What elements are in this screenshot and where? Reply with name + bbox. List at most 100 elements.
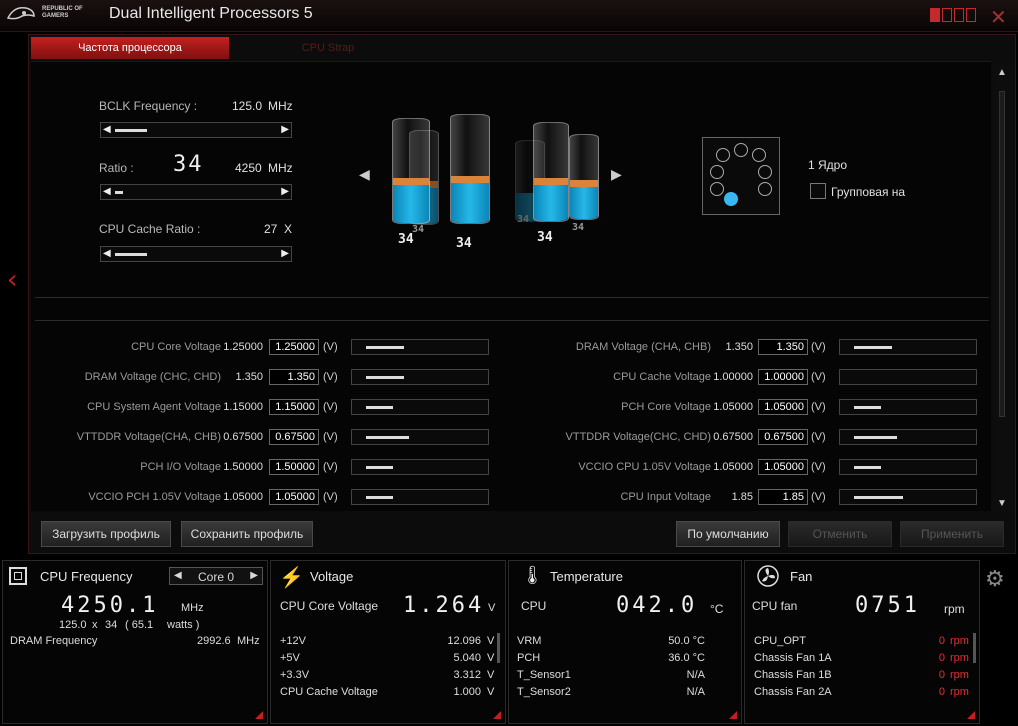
core-dot[interactable] <box>710 182 724 196</box>
voltage-slider[interactable] <box>839 369 977 385</box>
settings-gear-icon[interactable]: ⚙ <box>985 566 1005 592</box>
apply-button[interactable]: Применить <box>900 521 1004 547</box>
voltage-unit: (V) <box>811 491 826 503</box>
temperature-title: Temperature <box>550 569 623 584</box>
window-grid-icon[interactable] <box>930 8 976 22</box>
voltage-input[interactable]: 1.350 <box>758 339 808 355</box>
voltage-label: PCH I/O Voltage <box>140 461 221 473</box>
voltage-slider[interactable] <box>351 399 489 415</box>
scroll-up-icon[interactable]: ▲ <box>997 67 1007 78</box>
voltage-slider[interactable] <box>351 429 489 445</box>
group-checkbox[interactable] <box>810 183 826 199</box>
slider-left-arrow-icon[interactable]: ◀ <box>103 186 111 197</box>
voltage-scrollbar[interactable] <box>497 633 500 663</box>
voltage-slider[interactable] <box>351 459 489 475</box>
voltage-slider[interactable] <box>351 489 489 505</box>
collapse-left-icon[interactable]: ‹ <box>7 265 17 295</box>
core-cylinder[interactable] <box>569 134 599 220</box>
load-profile-button[interactable]: Загрузить профиль <box>41 521 171 547</box>
slider-right-arrow-icon[interactable]: ▶ <box>281 248 289 259</box>
save-profile-button[interactable]: Сохранить профиль <box>181 521 313 547</box>
core-dot[interactable] <box>710 165 724 179</box>
temperature-main-label: CPU <box>521 599 547 613</box>
slider-right-arrow-icon[interactable]: ▶ <box>281 124 289 135</box>
expand-corner-icon[interactable] <box>967 711 975 719</box>
fan-panel: Fan CPU fan 0751 rpm CPU_OPT 0 rpm Chassis … <box>744 560 980 724</box>
voltage-slider[interactable] <box>351 339 489 355</box>
slider-fill <box>366 376 404 379</box>
slider-left-arrow-icon[interactable]: ◀ <box>103 248 111 259</box>
voltage-unit: (V) <box>811 341 826 353</box>
scroll-down-icon[interactable]: ▼ <box>997 498 1007 509</box>
bclk-slider[interactable]: ◀ ▶ <box>100 122 292 138</box>
cores-prev-icon[interactable]: ◀ <box>359 166 370 183</box>
voltage-slider[interactable] <box>839 399 977 415</box>
voltage-input[interactable]: 1.00000 <box>758 369 808 385</box>
grid-cell <box>954 8 964 22</box>
tab-cpu-frequency[interactable]: Частота процессора <box>31 37 229 59</box>
core-dot[interactable] <box>716 148 730 162</box>
expand-corner-icon[interactable] <box>255 711 263 719</box>
voltage-input[interactable]: 1.350 <box>269 369 319 385</box>
fan-icon <box>757 565 779 587</box>
voltage-panel: ⚡ Voltage CPU Core Voltage 1.264 V +12V 1… <box>270 560 506 724</box>
cache-ratio-unit: X <box>284 222 293 236</box>
voltage-unit: (V) <box>323 341 338 353</box>
core-dot[interactable] <box>758 165 772 179</box>
cores-next-icon[interactable]: ▶ <box>611 166 622 183</box>
core-ratio-label: 34 <box>412 224 425 235</box>
core-cylinder[interactable] <box>450 114 490 224</box>
voltage-slider[interactable] <box>839 339 977 355</box>
voltage-slider[interactable] <box>839 459 977 475</box>
core-count-label: 1 Ядро <box>808 158 848 172</box>
voltage-slider[interactable] <box>839 489 977 505</box>
slider-fill <box>854 406 881 409</box>
voltage-label: PCH Core Voltage <box>621 401 711 413</box>
monitor-row-unit: V <box>487 652 495 664</box>
core-dot[interactable] <box>758 182 772 196</box>
core-dot[interactable] <box>734 143 748 157</box>
fan-main-label: CPU fan <box>752 599 798 613</box>
scrollbar[interactable]: ▲ ▼ <box>993 65 1013 511</box>
voltage-slider[interactable] <box>839 429 977 445</box>
slider-left-arrow-icon[interactable]: ◀ <box>103 124 111 135</box>
fan-scrollbar[interactable] <box>973 633 976 663</box>
cpu-icon-core <box>14 572 22 580</box>
core-next-icon[interactable]: ▶ <box>250 570 258 581</box>
grid-cell <box>930 8 940 22</box>
ratio-slider[interactable]: ◀ ▶ <box>100 184 292 200</box>
dram-frequency-value: 2992.6 <box>197 635 231 647</box>
voltage-input[interactable]: 1.05000 <box>758 459 808 475</box>
voltage-label: VTTDDR Voltage(CHC, CHD) <box>565 431 711 443</box>
core-select-dropdown[interactable]: ◀ Core 0 ▶ <box>169 567 263 585</box>
expand-corner-icon[interactable] <box>493 711 501 719</box>
slider-fill <box>366 496 393 499</box>
core-prev-icon[interactable]: ◀ <box>174 570 182 581</box>
voltage-input[interactable]: 1.85 <box>758 489 808 505</box>
voltage-input[interactable]: 1.05000 <box>269 489 319 505</box>
scroll-thumb[interactable] <box>999 91 1005 417</box>
cache-ratio-slider[interactable]: ◀ ▶ <box>100 246 292 262</box>
core-dot-selected[interactable] <box>724 192 738 206</box>
voltage-input[interactable]: 1.50000 <box>269 459 319 475</box>
voltage-input[interactable]: 1.15000 <box>269 399 319 415</box>
voltage-label: VCCIO PCH 1.05V Voltage <box>88 491 221 503</box>
expand-corner-icon[interactable] <box>729 711 737 719</box>
monitor-row-value: 50.0 °C <box>668 635 705 647</box>
voltage-input[interactable]: 0.67500 <box>269 429 319 445</box>
default-button[interactable]: По умолчанию <box>676 521 780 547</box>
voltage-slider[interactable] <box>351 369 489 385</box>
slider-right-arrow-icon[interactable]: ▶ <box>281 186 289 197</box>
close-icon[interactable]: ✕ <box>990 5 1007 30</box>
voltage-input[interactable]: 1.25000 <box>269 339 319 355</box>
core-cylinder[interactable] <box>533 122 569 222</box>
monitor-row-label: CPU_OPT <box>754 635 806 647</box>
core-selector[interactable] <box>702 137 780 215</box>
voltage-input[interactable]: 0.67500 <box>758 429 808 445</box>
core-cylinder[interactable] <box>392 118 430 224</box>
tab-cpu-strap[interactable]: CPU Strap <box>229 37 427 59</box>
cancel-button[interactable]: Отменить <box>788 521 892 547</box>
voltage-input[interactable]: 1.05000 <box>758 399 808 415</box>
core-dot[interactable] <box>752 148 766 162</box>
slider-fill <box>366 406 393 409</box>
